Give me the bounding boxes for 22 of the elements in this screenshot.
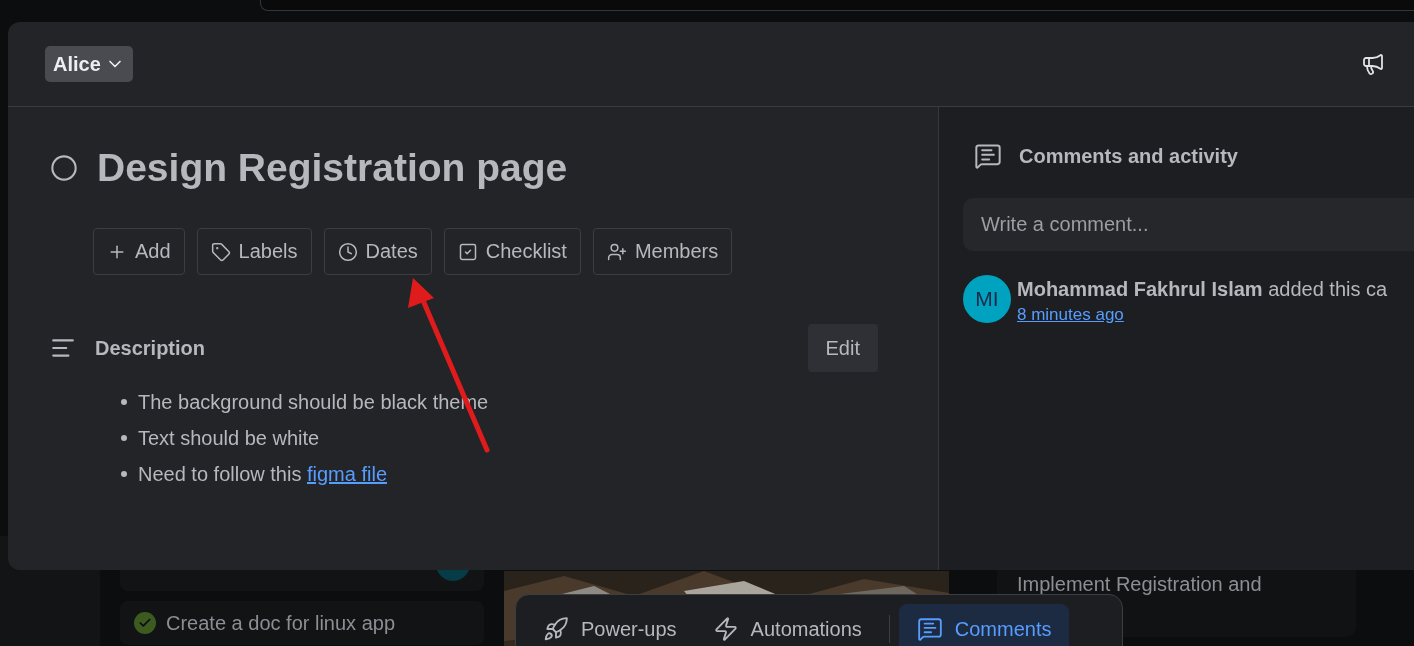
avatar: MI (963, 275, 1011, 323)
card-title: Design Registration page (97, 145, 568, 191)
toolbar-tab[interactable]: Automations (694, 604, 880, 646)
activity-text: Mohammad Fakhrul Islam added this ca (1017, 278, 1388, 301)
action-button[interactable]: Checklist (443, 228, 581, 275)
member-dropdown[interactable]: Alice (45, 46, 133, 82)
comment-field[interactable]: Write a comment... (963, 198, 1414, 251)
section-heading: Comments and activity (1019, 144, 1238, 168)
action-button[interactable]: Add (93, 228, 185, 275)
action-button[interactable]: Dates (323, 228, 432, 275)
card-title: Create a doc for linux app (166, 611, 396, 635)
card-title: Implement Registration and (1017, 573, 1262, 595)
toolbar-tab[interactable]: Comments (898, 604, 1070, 646)
list-item-text: Need to follow this figma file (138, 462, 387, 486)
edit-button[interactable]: Edit (807, 324, 878, 372)
action-button[interactable]: Members (592, 228, 733, 275)
figma-link[interactable]: figma file (307, 462, 387, 485)
list-item-text: Text should be white (138, 426, 320, 450)
section-heading: Description (95, 336, 206, 360)
action-button[interactable]: Labels (196, 228, 312, 275)
toolbar-tab[interactable]: Power-ups (525, 604, 695, 646)
timestamp-link[interactable]: 8 minutes ago (1017, 305, 1124, 325)
